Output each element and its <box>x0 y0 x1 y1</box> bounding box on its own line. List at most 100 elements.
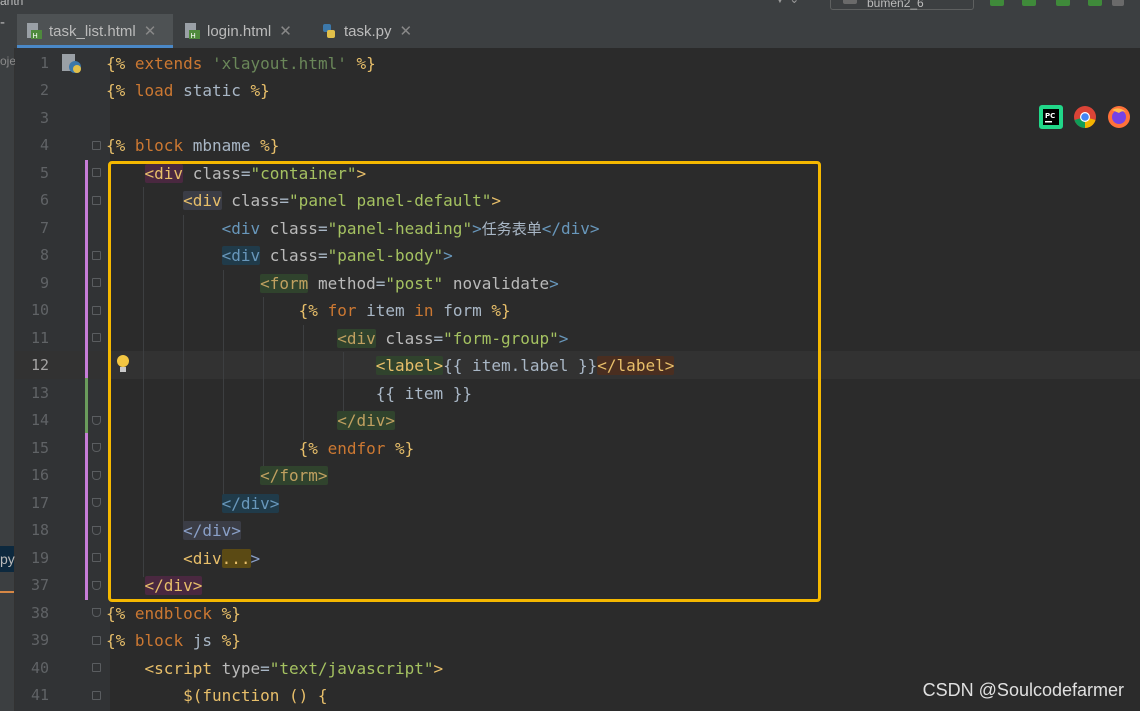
run-configuration-select[interactable]: bumen2_6 <box>830 0 974 10</box>
line-number[interactable]: 10 <box>15 297 49 325</box>
code-line[interactable]: $(function () { <box>106 682 328 710</box>
tab-task-py[interactable]: task.py ✕ <box>320 14 412 48</box>
string-literal: 'xlayout.html' <box>211 53 347 73</box>
collapse-panel-icon[interactable]: ‐ <box>0 14 16 48</box>
close-tab-icon[interactable]: ✕ <box>279 22 292 40</box>
line-number[interactable]: 5 <box>15 160 49 188</box>
code-line[interactable]: {% endblock %} <box>106 600 241 628</box>
attribute-value: "text/javascript" <box>269 658 434 678</box>
template-keyword: endblock <box>134 603 212 623</box>
identifier: static <box>183 81 241 100</box>
fold-marker[interactable] <box>92 416 101 425</box>
line-number[interactable]: 1 <box>15 50 49 78</box>
html-attribute: type <box>221 658 261 678</box>
html-tag: <script <box>144 658 212 678</box>
template-delimiter: %} <box>356 53 376 73</box>
project-panel-sliver[interactable]: oje py <box>0 48 16 711</box>
line-number[interactable]: 2 <box>15 77 49 105</box>
line-number[interactable]: 3 <box>15 105 49 133</box>
line-number[interactable]: 4 <box>15 132 49 160</box>
line-number[interactable]: 18 <box>15 517 49 545</box>
line-number[interactable]: 14 <box>15 407 49 435</box>
line-number[interactable]: 7 <box>15 215 49 243</box>
line-number[interactable]: 38 <box>15 600 49 628</box>
run-config-label: bumen2_6 <box>867 0 924 10</box>
fold-marker[interactable] <box>92 443 101 452</box>
fold-marker[interactable] <box>92 608 101 617</box>
run-icon[interactable] <box>990 0 1004 6</box>
tab-label: login.html <box>207 22 272 40</box>
template-delimiter: %} <box>221 631 241 650</box>
watermark-text: CSDN @Soulcodefarmer <box>922 680 1124 700</box>
line-number[interactable]: 13 <box>15 380 49 408</box>
line-number[interactable]: 40 <box>15 655 49 683</box>
svg-text:H: H <box>33 32 38 40</box>
template-keyword: block <box>134 631 184 650</box>
change-marker-bar <box>85 378 88 433</box>
tab-task-list-html[interactable]: H task_list.html ✕ <box>17 14 173 48</box>
fold-marker[interactable] <box>92 636 101 645</box>
template-keyword: load <box>134 81 174 100</box>
close-tab-icon[interactable]: ✕ <box>144 22 157 40</box>
fold-marker[interactable] <box>92 333 101 342</box>
editor-tab-bar: ‐ H task_list.html ✕ H login.html ✕ task… <box>0 14 1140 49</box>
fold-marker[interactable] <box>92 663 101 672</box>
template-keyword: block <box>134 136 184 155</box>
coverage-icon[interactable] <box>1056 0 1070 6</box>
template-keyword: extends <box>134 53 203 73</box>
fold-marker[interactable] <box>92 553 101 562</box>
template-delimiter: %} <box>250 81 270 100</box>
code-line[interactable]: <script type="text/javascript"> <box>106 655 444 683</box>
template-delimiter: %} <box>221 603 241 623</box>
debug-icon[interactable] <box>1022 0 1036 6</box>
html-tag: > <box>433 658 444 678</box>
fold-marker[interactable] <box>92 251 101 260</box>
close-tab-icon[interactable]: ✕ <box>400 22 413 40</box>
line-number[interactable]: 11 <box>15 325 49 353</box>
code-line[interactable]: {% load static %} <box>106 77 270 105</box>
template-delimiter: {% <box>106 631 126 650</box>
template-delimiter: {% <box>106 136 126 155</box>
more-run-options-icon[interactable] <box>1112 0 1124 6</box>
line-number[interactable]: 9 <box>15 270 49 298</box>
fold-marker[interactable] <box>92 141 101 150</box>
fold-marker[interactable] <box>92 498 101 507</box>
fold-marker[interactable] <box>92 691 101 700</box>
pycharm-icon[interactable]: PC <box>1038 104 1064 130</box>
profile-icon[interactable] <box>1088 0 1102 6</box>
fold-marker[interactable] <box>92 581 101 590</box>
line-number[interactable]: 41 <box>15 682 49 710</box>
selected-file-fragment[interactable]: py <box>0 546 15 572</box>
line-number[interactable]: 37 <box>15 572 49 600</box>
code-line[interactable]: {% block mbname %} <box>106 132 279 160</box>
html-file-icon: H <box>27 23 42 40</box>
tab-login-html[interactable]: H login.html ✕ <box>183 14 292 48</box>
line-number[interactable]: 15 <box>15 435 49 463</box>
line-number[interactable]: 19 <box>15 545 49 573</box>
title-strip: anth ▼ ⌄ bumen2_6 <box>0 0 1140 14</box>
line-number[interactable]: 39 <box>15 627 49 655</box>
fold-marker[interactable] <box>92 471 101 480</box>
fold-marker[interactable] <box>92 168 101 177</box>
firefox-icon[interactable] <box>1106 104 1132 130</box>
fold-marker[interactable] <box>92 196 101 205</box>
code-line[interactable]: {% block js %} <box>106 627 241 655</box>
line-number[interactable]: 16 <box>15 462 49 490</box>
template-delimiter: %} <box>260 136 280 155</box>
tab-label: task_list.html <box>49 22 136 40</box>
identifier: js <box>192 631 212 650</box>
fold-marker[interactable] <box>92 278 101 287</box>
fold-marker[interactable] <box>92 526 101 535</box>
line-number[interactable]: 8 <box>15 242 49 270</box>
svg-text:PC: PC <box>1045 112 1055 120</box>
line-number[interactable]: 17 <box>15 490 49 518</box>
code-line[interactable]: {% extends 'xlayout.html' %} <box>106 50 376 78</box>
chrome-icon[interactable] <box>1072 104 1098 130</box>
operator: = <box>260 658 270 678</box>
svg-text:H: H <box>191 32 196 40</box>
dropdown-arrow-icon[interactable]: ▼ ⌄ <box>774 0 799 6</box>
line-number[interactable]: 6 <box>15 187 49 215</box>
fold-marker[interactable] <box>92 306 101 315</box>
template-delimiter: {% <box>106 53 126 73</box>
line-number-current[interactable]: 12 <box>15 352 49 380</box>
